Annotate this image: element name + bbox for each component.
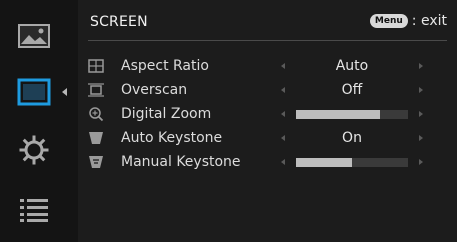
setting-label: Auto Keystone <box>121 130 223 146</box>
overscan-icon <box>88 83 104 97</box>
zoom-icon <box>89 107 104 122</box>
nav-item-info[interactable] <box>10 190 58 230</box>
setting-label: Digital Zoom <box>121 106 212 122</box>
nav-item-picture[interactable] <box>10 16 58 56</box>
setting-row-auto-keystone[interactable]: Auto Keystone On <box>86 127 446 149</box>
setting-value: Off <box>341 82 363 98</box>
slider-track[interactable] <box>296 157 408 167</box>
keystone-icon <box>89 132 103 144</box>
increase-arrow-icon[interactable] <box>419 63 423 69</box>
setting-row-manual-keystone[interactable]: Manual Keystone <box>86 151 446 173</box>
osd-sidebar <box>0 0 78 242</box>
decrease-arrow-icon[interactable] <box>281 111 285 117</box>
setting-row-digital-zoom[interactable]: Digital Zoom <box>86 103 446 125</box>
slider-track[interactable] <box>296 109 408 119</box>
page-title: SCREEN <box>90 14 148 30</box>
exit-hint: Menu : exit <box>369 13 447 29</box>
decrease-arrow-icon[interactable] <box>281 63 285 69</box>
setting-row-aspect-ratio[interactable]: Aspect Ratio Auto <box>86 55 446 77</box>
setting-label: Manual Keystone <box>121 154 241 170</box>
gear-icon <box>19 135 49 165</box>
osd-menu: SCREEN Menu : exit Aspect Ratio Auto Ove… <box>0 0 457 242</box>
exit-hint-text: : exit <box>411 13 447 29</box>
decrease-arrow-icon[interactable] <box>281 87 285 93</box>
monitor-icon <box>17 78 51 106</box>
header-divider <box>88 40 447 41</box>
menu-key-badge: Menu <box>369 14 408 28</box>
nav-item-screen[interactable] <box>10 72 58 112</box>
setting-label: Aspect Ratio <box>121 58 209 74</box>
setting-label: Overscan <box>121 82 188 98</box>
setting-row-overscan[interactable]: Overscan Off <box>86 79 446 101</box>
slider-fill <box>296 109 380 119</box>
decrease-arrow-icon[interactable] <box>281 159 285 165</box>
increase-arrow-icon[interactable] <box>419 159 423 165</box>
decrease-arrow-icon[interactable] <box>281 135 285 141</box>
image-icon <box>18 24 50 48</box>
selection-arrow-icon <box>62 88 67 96</box>
setting-value: Auto <box>335 58 369 74</box>
slider-fill <box>296 157 352 167</box>
nav-item-setting[interactable] <box>10 130 58 170</box>
increase-arrow-icon[interactable] <box>419 135 423 141</box>
increase-arrow-icon[interactable] <box>419 111 423 117</box>
setting-value: On <box>342 130 362 146</box>
increase-arrow-icon[interactable] <box>419 87 423 93</box>
manual-keystone-icon <box>89 156 103 168</box>
aspect-ratio-icon <box>88 59 104 73</box>
list-icon <box>20 199 48 222</box>
